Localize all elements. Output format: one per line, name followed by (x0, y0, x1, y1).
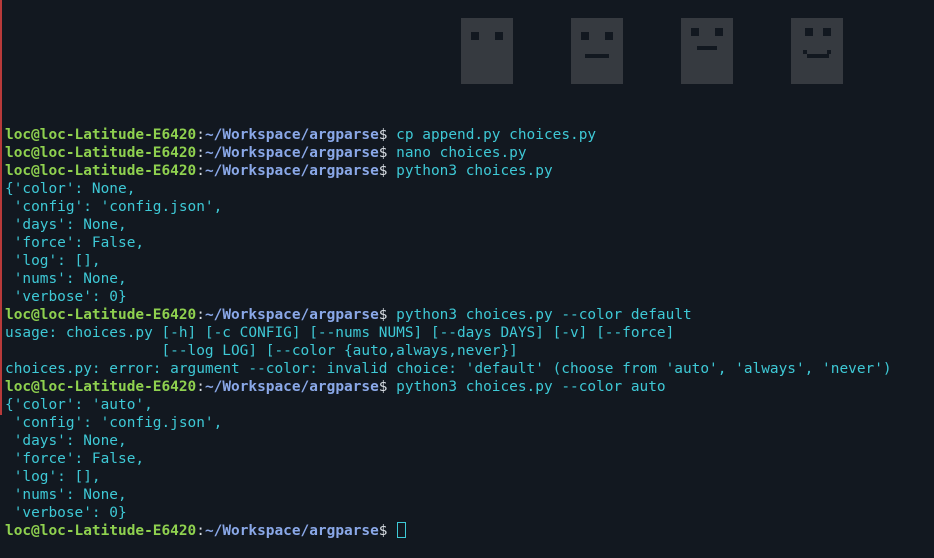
prompt-separator: : (196, 145, 205, 161)
output-line: 'config': 'config.json', (5, 414, 934, 432)
output-text: {'color': None, (5, 181, 136, 197)
prompt-line: loc@loc-Latitude-E6420:~/Workspace/argpa… (5, 162, 934, 180)
output-text: 'config': 'config.json', (5, 199, 223, 215)
face-icon (422, 0, 513, 84)
output-text: 'days': None, (5, 217, 127, 233)
prompt-dollar: $ (378, 379, 397, 395)
prompt-line: loc@loc-Latitude-E6420:~/Workspace/argpa… (5, 306, 934, 324)
prompt-user-host: loc@loc-Latitude-E6420 (5, 145, 197, 161)
prompt-user-host: loc@loc-Latitude-E6420 (5, 379, 197, 395)
prompt-dollar: $ (378, 127, 397, 143)
output-text: 'days': None, (5, 433, 127, 449)
prompt-separator: : (196, 307, 205, 323)
prompt-line: loc@loc-Latitude-E6420:~/Workspace/argpa… (5, 144, 934, 162)
output-line: 'nums': None, (5, 270, 934, 288)
output-text: 'force': False, (5, 235, 145, 251)
prompt-line: loc@loc-Latitude-E6420:~/Workspace/argpa… (5, 126, 934, 144)
output-text: [--log LOG] [--color {auto,always,never}… (5, 343, 518, 359)
output-line: choices.py: error: argument --color: inv… (5, 360, 934, 378)
output-text: 'nums': None, (5, 487, 127, 503)
sad-face-icon (532, 0, 623, 84)
output-line: usage: choices.py [-h] [-c CONFIG] [--nu… (5, 324, 934, 342)
output-line: 'days': None, (5, 432, 934, 450)
prompt-path: ~/Workspace/argparse (204, 307, 379, 323)
prompt-separator: : (196, 163, 205, 179)
prompt-dollar: $ (378, 163, 397, 179)
output-text: 'verbose': 0} (5, 505, 127, 521)
output-line: {'color': None, (5, 180, 934, 198)
prompt-path: ~/Workspace/argparse (204, 145, 379, 161)
command-text: python3 choices.py --color default (396, 307, 692, 323)
output-line: 'force': False, (5, 234, 934, 252)
output-text: 'config': 'config.json', (5, 415, 223, 431)
output-text: 'force': False, (5, 451, 145, 467)
output-text: usage: choices.py [-h] [-c CONFIG] [--nu… (5, 325, 675, 341)
prompt-user-host: loc@loc-Latitude-E6420 (5, 307, 197, 323)
prompt-user-host: loc@loc-Latitude-E6420 (5, 163, 197, 179)
terminal-window[interactable]: loc@loc-Latitude-E6420:~/Workspace/argpa… (0, 0, 934, 539)
prompt-user-host: loc@loc-Latitude-E6420 (5, 127, 197, 143)
neutral-face-icon (642, 0, 733, 84)
command-text: python3 choices.py (396, 163, 553, 179)
output-line: 'nums': None, (5, 486, 934, 504)
prompt-user-host: loc@loc-Latitude-E6420 (5, 523, 197, 539)
output-line: [--log LOG] [--color {auto,always,never}… (5, 342, 934, 360)
command-text: cp append.py choices.py (396, 127, 597, 143)
output-line: 'verbose': 0} (5, 288, 934, 306)
output-text: 'verbose': 0} (5, 289, 127, 305)
prompt-path: ~/Workspace/argparse (204, 523, 379, 539)
output-text: {'color': 'auto', (5, 397, 153, 413)
prompt-path: ~/Workspace/argparse (204, 379, 379, 395)
prompt-dollar: $ (378, 145, 397, 161)
prompt-line: loc@loc-Latitude-E6420:~/Workspace/argpa… (5, 378, 934, 396)
prompt-dollar: $ (378, 307, 397, 323)
output-line: 'config': 'config.json', (5, 198, 934, 216)
output-line: {'color': 'auto', (5, 396, 934, 414)
prompt-separator: : (196, 127, 205, 143)
text-cursor[interactable] (397, 522, 407, 538)
happy-face-icon (752, 0, 843, 84)
prompt-line: loc@loc-Latitude-E6420:~/Workspace/argpa… (5, 522, 934, 540)
prompt-path: ~/Workspace/argparse (204, 163, 379, 179)
output-line: 'days': None, (5, 216, 934, 234)
output-line: 'force': False, (5, 450, 934, 468)
command-text: python3 choices.py --color auto (396, 379, 666, 395)
prompt-separator: : (196, 379, 205, 395)
output-text: choices.py: error: argument --color: inv… (5, 361, 892, 377)
command-text: nano choices.py (396, 145, 527, 161)
output-text: 'log': [], (5, 469, 101, 485)
output-line: 'log': [], (5, 468, 934, 486)
prompt-separator: : (196, 523, 205, 539)
prompt-dollar: $ (378, 523, 397, 539)
output-text: 'log': [], (5, 253, 101, 269)
output-line: 'verbose': 0} (5, 504, 934, 522)
prompt-path: ~/Workspace/argparse (204, 127, 379, 143)
output-line: 'log': [], (5, 252, 934, 270)
terminal-output: loc@loc-Latitude-E6420:~/Workspace/argpa… (5, 126, 934, 540)
output-text: 'nums': None, (5, 271, 127, 287)
